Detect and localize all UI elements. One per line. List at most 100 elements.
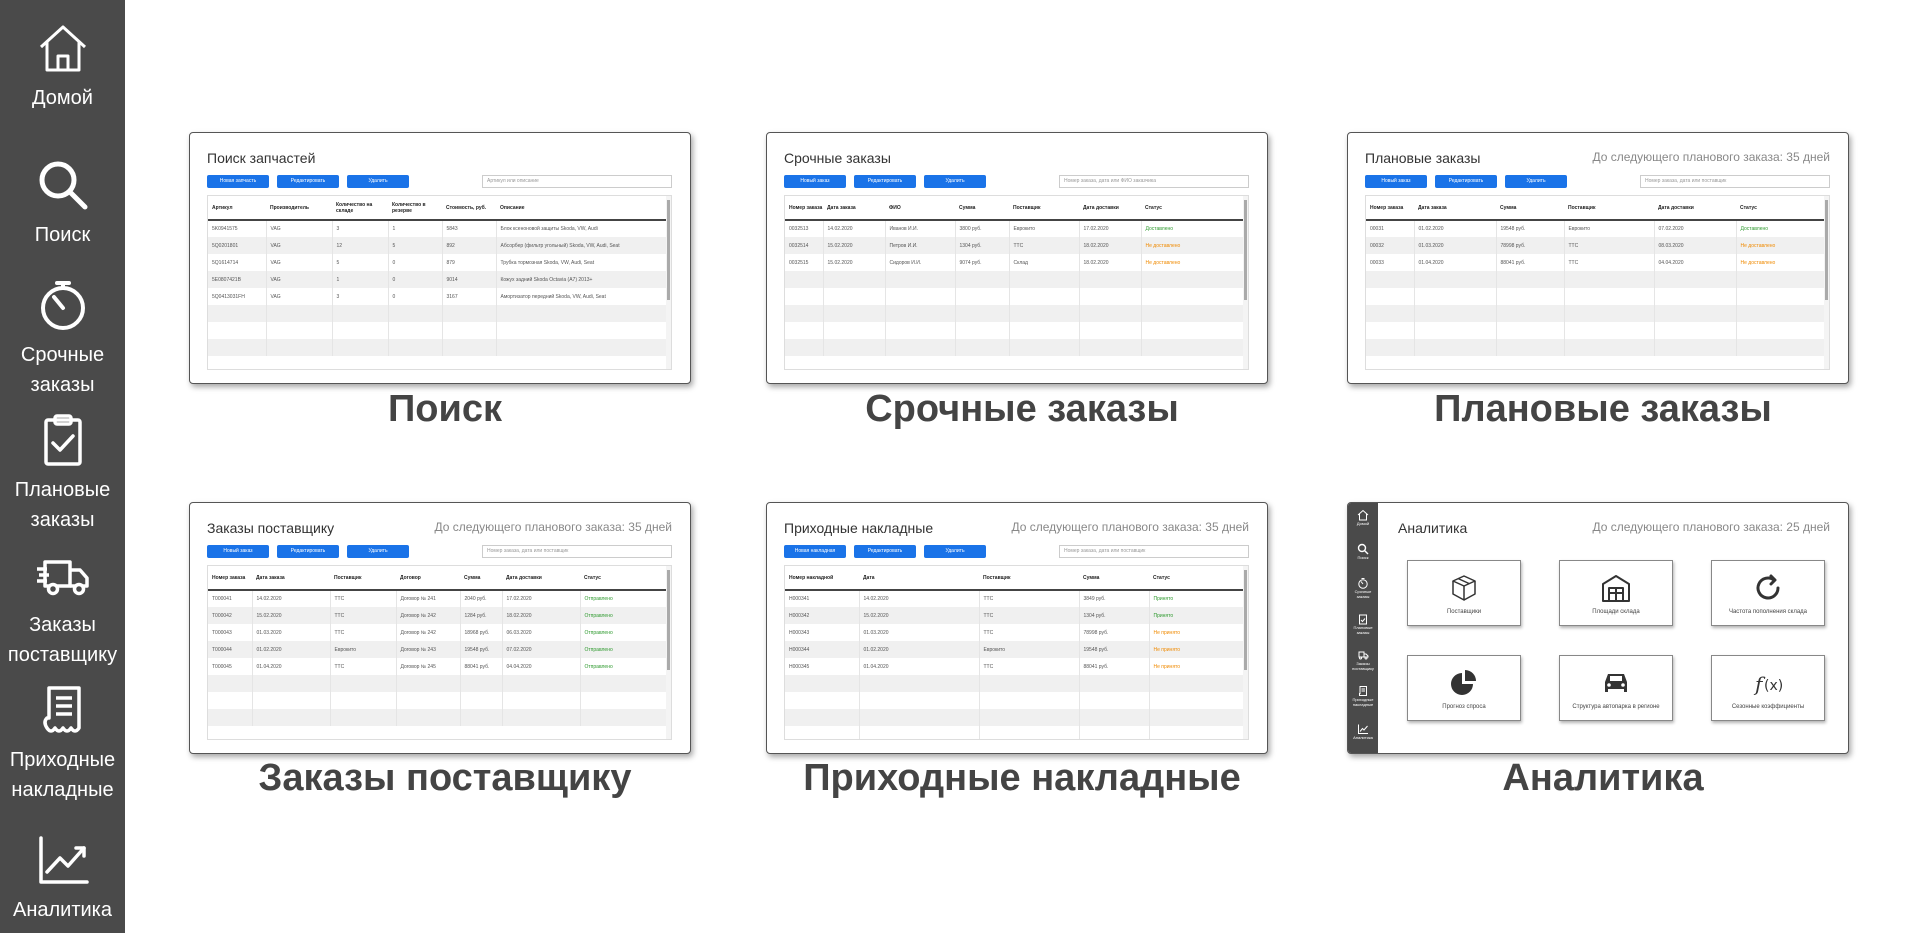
svg-text:(x): (x) (1764, 678, 1783, 694)
preview-new-button: Новый заказ (207, 545, 269, 558)
receipt-icon (33, 680, 93, 745)
chart-line-icon (33, 830, 93, 895)
preview-table: Номер заказа Дата заказа Поставщик Догов… (207, 565, 672, 740)
column-header: Статус (580, 566, 668, 591)
column-header: Описание (496, 196, 668, 221)
preview-title: Заказы поставщику (207, 520, 335, 536)
tile-restock-frequency: Частота пополнения склада (1711, 560, 1825, 626)
preview-delete-button: Удалить (924, 175, 986, 188)
preview-title: Срочные заказы (784, 150, 891, 166)
warehouse-icon (1602, 574, 1630, 602)
preview-search-input: Номер заказа, дата или поставщик (482, 545, 672, 558)
table-row: 00032 01.03.2020 78998 руб. ТТС 08.03.2020 Не… (1366, 237, 1826, 254)
stopwatch-icon (33, 275, 93, 340)
column-header: Сумма (1496, 196, 1564, 221)
preview-scrollbar (1243, 566, 1248, 739)
column-header: Номер заказа (785, 196, 823, 221)
preview-search-input: Номер заказа, дата или поставщик (1059, 545, 1249, 558)
table-row: 0032514 15.02.2020 Петров И.И. 1304 руб. ТТС… (785, 237, 1245, 254)
column-header: ФИО (885, 196, 955, 221)
preview-edit-button: Редактировать (277, 175, 339, 188)
tile-suppliers: Поставщики (1407, 560, 1521, 626)
tile-fleet-structure: Структура автопарка в регионе (1559, 655, 1673, 721)
card-supplier-orders[interactable]: Заказы поставщику До следующего плановог… (189, 502, 691, 754)
column-header: Количество на складе (332, 196, 388, 221)
preview-new-button: Новый заказ (1365, 175, 1427, 188)
preview-table: Номер заказа Дата заказа ФИО Сумма Поста… (784, 195, 1249, 370)
preview-scrollbar (666, 196, 671, 369)
card-planned-orders-caption[interactable]: Плановые заказы (1283, 388, 1918, 431)
preview-table: Номер заказа Дата заказа Сумма Поставщик… (1365, 195, 1830, 370)
nav-invoices[interactable]: Приходные накладные (0, 680, 125, 805)
column-header: Дата заказа (252, 566, 330, 591)
card-urgent-orders-caption[interactable]: Срочные заказы (702, 388, 1342, 431)
nav-analytics[interactable]: Аналитика (0, 830, 125, 925)
column-header: Договор (396, 566, 460, 591)
column-header: Дата доставки (1079, 196, 1141, 221)
preview-search-input: Номер заказа, дата или поставщик (1640, 175, 1830, 188)
table-row: Т000044 01.02.2020 Еврокито Договор № 243 19… (208, 641, 668, 658)
card-search-caption[interactable]: Поиск (125, 388, 765, 431)
column-header: Дата заказа (823, 196, 885, 221)
preview-side-supplier: Заказы поставщику (1348, 649, 1378, 671)
preview-delete-button: Удалить (1505, 175, 1567, 188)
table-row: Т000042 15.02.2020 ТТС Договор № 242 1284 ру… (208, 607, 668, 624)
tile-seasonal-coefficients: f (x) Сезонные коэффициенты (1711, 655, 1825, 721)
column-header: Сумма (460, 566, 502, 591)
card-analytics-caption[interactable]: Аналитика (1283, 757, 1918, 800)
preview-scrollbar (1243, 196, 1248, 369)
card-analytics[interactable]: Домой Поиск Срочные заказы Плановые зака… (1347, 502, 1849, 754)
column-header: Поставщик (1009, 196, 1079, 221)
table-row: 5Q0201801 VAG 12 5 892 Абсорбер (фильтр уголь… (208, 237, 668, 254)
column-header: Артикул (208, 196, 266, 221)
function-icon: f (x) (1753, 672, 1783, 696)
column-header: Номер заказа (1366, 196, 1414, 221)
nav-supplier-orders[interactable]: Заказы поставщику (0, 545, 125, 670)
clipboard-check-icon (33, 410, 93, 475)
column-header: Номер заказа (208, 566, 252, 591)
nav-home[interactable]: Домой (0, 18, 125, 113)
preview-title: Приходные накладные (784, 520, 934, 536)
column-header: Дата доставки (1654, 196, 1736, 221)
column-header: Дата заказа (1414, 196, 1496, 221)
preview-side-urgent: Срочные заказы (1348, 577, 1378, 599)
nav-analytics-label: Аналитика (13, 899, 112, 921)
nav-planned-orders[interactable]: Плановые заказы (0, 410, 125, 535)
table-row: Т000041 14.02.2020 ТТС Договор № 241 2040 ру… (208, 590, 668, 607)
table-row: 5K0941575 VAG 3 1 5843 Блок ксеноновой защиты… (208, 220, 668, 237)
preview-side-invoices: Приходные накладные (1348, 685, 1378, 707)
nav-planned-orders-label: Плановые заказы (14, 479, 111, 531)
column-header: Поставщик (330, 566, 396, 591)
preview-side-search: Поиск (1348, 543, 1378, 560)
preview-new-button: Новый заказ (784, 175, 846, 188)
table-row: 5Q1614714 VAG 5 0 879 Трубка тормозная Skoda,… (208, 254, 668, 271)
preview-title: Плановые заказы (1365, 150, 1481, 166)
nav-search-label: Поиск (34, 224, 91, 246)
car-icon (1605, 673, 1627, 692)
nav-search[interactable]: Поиск (0, 155, 125, 250)
nav-urgent-orders[interactable]: Срочные заказы (0, 275, 125, 400)
preview-table: Артикул Производитель Количество на скла… (207, 195, 672, 370)
card-urgent-orders[interactable]: Срочные заказы Новый заказ Редактировать… (766, 132, 1268, 384)
table-row: Т000043 01.03.2020 ТТС Договор № 242 18968 р… (208, 624, 668, 641)
table-row: 5E0807421B VAG 1 0 9014 Кожух задний Skoda Oc… (208, 271, 668, 288)
preview-edit-button: Редактировать (854, 545, 916, 558)
preview-delete-button: Удалить (924, 545, 986, 558)
column-header: Статус (1141, 196, 1245, 221)
card-search[interactable]: Поиск запчастей Новая запчасть Редактиро… (189, 132, 691, 384)
preview-next-order-note: До следующего планового заказа: 35 дней (1592, 150, 1831, 164)
column-header: Сумма (955, 196, 1009, 221)
card-planned-orders[interactable]: Плановые заказы До следующего планового … (1347, 132, 1849, 384)
preview-new-button: Новая накладная (784, 545, 846, 558)
tile-demand-forecast: Прогноз спроса (1407, 655, 1521, 721)
card-supplier-orders-caption[interactable]: Заказы поставщику (125, 757, 765, 800)
refresh-icon (1756, 574, 1780, 599)
preview-new-button: Новая запчасть (207, 175, 269, 188)
card-invoices-caption[interactable]: Приходные накладные (702, 757, 1342, 800)
pie-chart-icon (1451, 669, 1476, 695)
home-icon (33, 18, 93, 83)
table-row: Н000345 01.04.2020 ТТС 88041 руб. Не принято (785, 658, 1245, 675)
card-invoices[interactable]: Приходные накладные До следующего планов… (766, 502, 1268, 754)
truck-icon (33, 545, 93, 610)
preview-edit-button: Редактировать (277, 545, 339, 558)
